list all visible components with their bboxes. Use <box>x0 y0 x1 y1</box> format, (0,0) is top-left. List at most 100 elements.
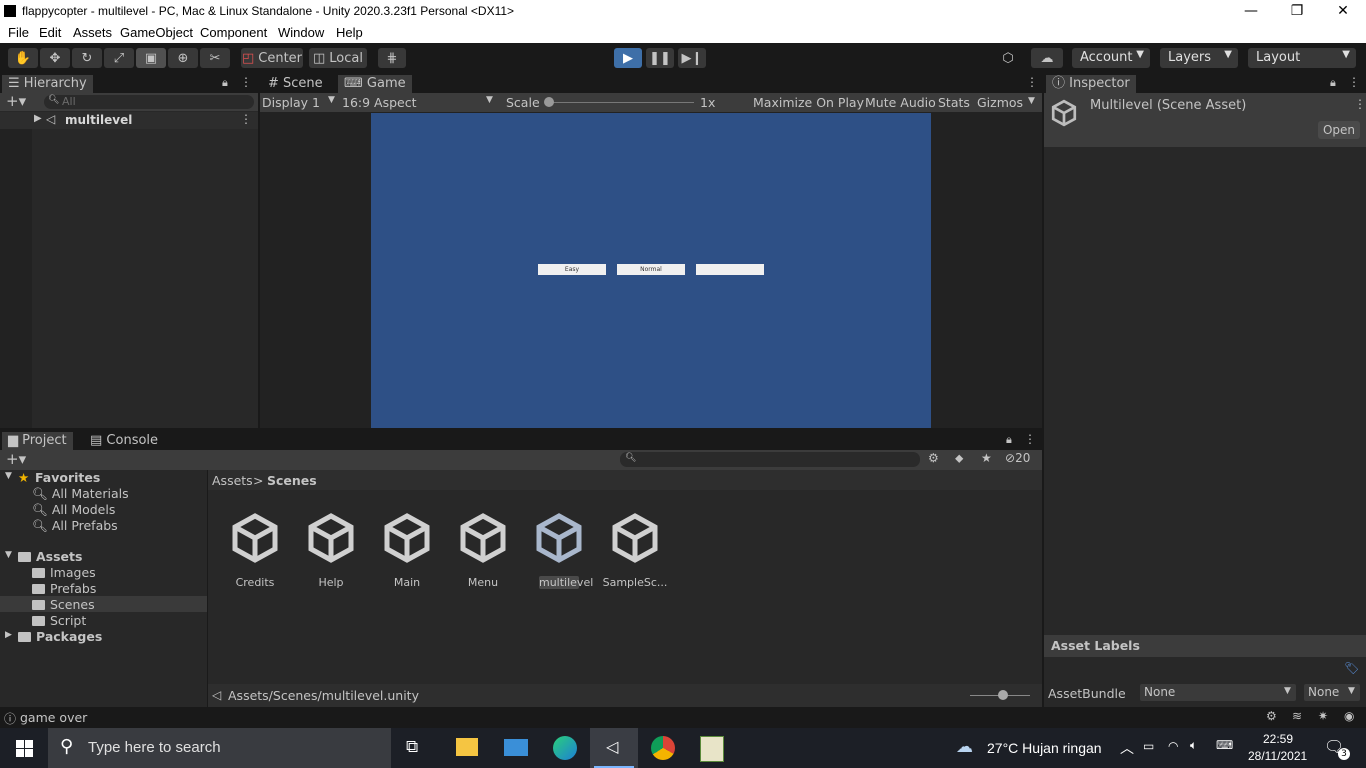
tab-game[interactable]: ⌨ Game <box>338 75 412 93</box>
play-button[interactable]: ▶ <box>614 48 642 68</box>
scale-tool-icon[interactable]: ⤢ <box>104 48 134 68</box>
tab-hierarchy[interactable]: ☰ Hierarchy <box>2 75 93 93</box>
menu-file[interactable]: File <box>8 25 29 40</box>
menu-gameobject[interactable]: GameObject <box>120 25 193 40</box>
normal-button[interactable]: Normal <box>617 264 685 275</box>
pause-button[interactable]: ❚❚ <box>646 48 674 68</box>
clock-time[interactable]: 22:59 <box>1263 732 1293 746</box>
asset-scene-file[interactable]: Help <box>296 502 366 602</box>
asset-scene-file[interactable]: Main <box>372 502 442 602</box>
asset-scene-file[interactable]: Credits <box>220 502 290 602</box>
menu-window[interactable]: Window <box>278 25 324 40</box>
chrome-icon[interactable] <box>651 736 675 760</box>
maximize-on-play-toggle[interactable]: Maximize On Play <box>753 95 864 110</box>
stats-toggle[interactable]: Stats <box>938 95 970 110</box>
tab-console[interactable]: ▤ Console <box>84 432 164 450</box>
favorites-header[interactable]: Favorites <box>35 470 100 485</box>
minimize-button[interactable]: — <box>1228 0 1274 23</box>
asset-scene-file[interactable]: multilevel <box>524 502 594 602</box>
favorite-star-icon[interactable]: ★ <box>981 451 992 465</box>
battery-icon[interactable]: ▭ <box>1143 739 1154 753</box>
keyboard-icon[interactable]: ⌨ <box>1216 738 1233 752</box>
lock-icon[interactable]: 🔒︎ <box>222 76 228 90</box>
move-tool-icon[interactable]: ✥ <box>40 48 70 68</box>
debug-icon[interactable]: ✷ <box>1318 709 1328 723</box>
expand-arrow-icon[interactable]: ▼ <box>5 550 12 560</box>
close-button[interactable]: ✕ <box>1320 0 1366 23</box>
more-options-icon[interactable]: ⋮ <box>1024 432 1036 446</box>
tag-icon[interactable]: 🏷︎ <box>1344 661 1359 675</box>
file-explorer-icon[interactable] <box>456 738 478 756</box>
mute-audio-toggle[interactable]: Mute Audio <box>865 95 936 110</box>
folder-prefabs[interactable]: Prefabs <box>32 581 96 596</box>
game-viewport[interactable]: Easy Normal <box>371 113 931 428</box>
folder-scenes[interactable]: Scenes <box>32 597 95 612</box>
assetbundle-dropdown[interactable]: None ▼ <box>1140 684 1296 701</box>
collab-icon[interactable]: ⬡ <box>994 48 1022 68</box>
progress-icon[interactable]: ⚙ <box>1266 709 1277 723</box>
chevron-up-icon[interactable]: ︿ <box>1120 738 1134 758</box>
notepad-icon[interactable] <box>700 736 724 762</box>
cache-server-icon[interactable]: ≋ <box>1292 709 1302 723</box>
tab-project[interactable]: ▆ Project <box>2 432 73 450</box>
scale-slider[interactable] <box>546 102 694 103</box>
lock-icon[interactable]: 🔒︎ <box>1006 433 1012 447</box>
favorite-item[interactable]: 🔍︎ All Models <box>32 502 115 518</box>
expand-arrow-icon[interactable]: ▶ <box>34 113 42 124</box>
assetbundle-variant-dropdown[interactable]: None ▼ <box>1304 684 1360 701</box>
windows-start-icon[interactable] <box>16 740 33 757</box>
taskbar-search-input[interactable]: ⚲ Type here to search <box>48 728 391 768</box>
hierarchy-search-input[interactable]: 🔍︎ All <box>44 95 254 109</box>
cloud-icon[interactable]: ☁ <box>1031 48 1063 68</box>
weather-text[interactable]: 27°C Hujan ringan <box>987 740 1102 756</box>
pivot-center-button[interactable]: ◰ Center <box>241 48 303 68</box>
hierarchy-scene-row[interactable]: ▶ ◁ multilevel ⋮ <box>0 112 258 129</box>
transform-tool-icon[interactable]: ⊕ <box>168 48 198 68</box>
add-icon[interactable]: +▾ <box>6 92 26 110</box>
restore-button[interactable]: ❐ <box>1274 0 1320 23</box>
custom-tool-icon[interactable]: ✂ <box>200 48 230 68</box>
menu-assets[interactable]: Assets <box>73 25 112 40</box>
lock-icon[interactable]: 🔒︎ <box>1330 76 1336 90</box>
auto-generate-lighting-icon[interactable]: ◉ <box>1344 709 1354 723</box>
mail-icon[interactable] <box>504 739 528 756</box>
asset-scene-file[interactable]: Menu <box>448 502 518 602</box>
scale-slider-handle[interactable] <box>544 97 554 107</box>
wifi-icon[interactable]: ◠ <box>1168 739 1178 753</box>
status-message[interactable]: game over <box>20 710 87 725</box>
filter-type-icon[interactable]: ⚙ <box>928 451 939 465</box>
open-button[interactable]: Open <box>1318 121 1360 139</box>
account-dropdown[interactable]: Account ▼ <box>1072 48 1150 68</box>
asset-scene-file[interactable]: SampleSc... <box>600 502 670 602</box>
display-dropdown[interactable]: Display 1 ▼ <box>262 95 338 110</box>
gizmos-toggle[interactable]: Gizmos <box>977 95 1023 110</box>
add-icon[interactable]: +▾ <box>6 450 26 468</box>
more-options-icon[interactable]: ⋮ <box>240 75 252 89</box>
favorite-item[interactable]: 🔍︎ All Materials <box>32 486 129 502</box>
more-options-icon[interactable]: ⋮ <box>1348 75 1360 89</box>
aspect-dropdown[interactable]: 16:9 Aspect ▼ <box>342 95 496 110</box>
hand-tool-icon[interactable]: ✋ <box>8 48 38 68</box>
menu-component[interactable]: Component <box>200 25 267 40</box>
volume-icon[interactable]: 🔈︎ <box>1190 738 1197 753</box>
tab-scene[interactable]: # Scene <box>262 75 329 93</box>
packages-folder[interactable]: Packages <box>18 629 102 644</box>
assets-folder[interactable]: Assets <box>18 549 82 564</box>
filter-label-icon[interactable]: ⬥ <box>955 451 963 466</box>
hidden-packages-icon[interactable]: ⊘20 <box>1005 451 1030 465</box>
expand-arrow-icon[interactable]: ▼ <box>5 471 12 481</box>
scene-menu-icon[interactable]: ⋮ <box>240 112 252 126</box>
expand-arrow-icon[interactable]: ▶ <box>5 630 12 640</box>
unity-taskbar-button[interactable]: ◁ <box>590 728 638 768</box>
layout-dropdown[interactable]: Layout ▼ <box>1248 48 1356 68</box>
more-options-icon[interactable]: ⋮ <box>1026 75 1038 89</box>
step-button[interactable]: ▶❙ <box>678 48 706 68</box>
layers-dropdown[interactable]: Layers ▼ <box>1160 48 1238 68</box>
project-search-input[interactable]: 🔍︎ <box>620 452 920 467</box>
task-view-icon[interactable]: ⧉ <box>406 737 418 757</box>
icon-size-slider-handle[interactable] <box>998 690 1008 700</box>
menu-help[interactable]: Help <box>336 25 363 40</box>
hard-button[interactable] <box>696 264 764 275</box>
folder-images[interactable]: Images <box>32 565 96 580</box>
clock-date[interactable]: 28/11/2021 <box>1248 749 1307 763</box>
